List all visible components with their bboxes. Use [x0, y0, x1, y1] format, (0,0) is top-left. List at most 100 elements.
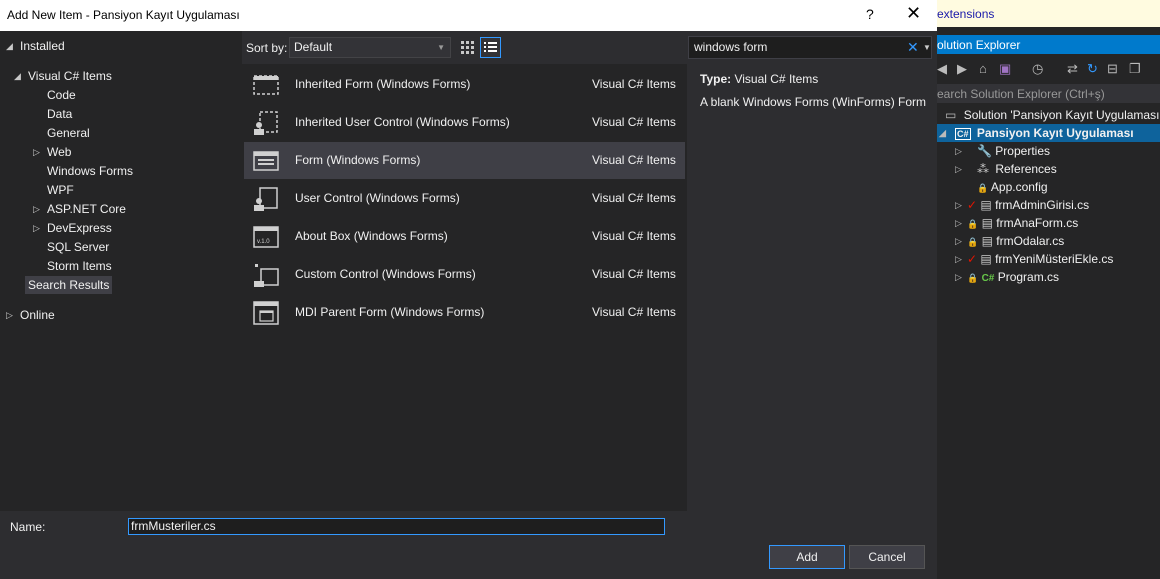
- solution-explorer-search[interactable]: earch Solution Explorer (Ctrl+ş): [937, 84, 1160, 103]
- home-icon[interactable]: ⌂: [979, 61, 987, 76]
- node-label: frmAdminGirisi.cs: [995, 198, 1090, 212]
- template-item-mdi-parent-form[interactable]: MDI Parent Form (Windows Forms) Visual C…: [244, 294, 685, 331]
- expand-arrow-icon[interactable]: ▷: [33, 219, 40, 237]
- type-value: Visual C# Items: [734, 72, 819, 86]
- template-category: Visual C# Items: [592, 153, 676, 167]
- help-button[interactable]: ?: [866, 6, 874, 22]
- tree-item-visual-csharp[interactable]: ◢ Visual C# Items: [14, 67, 112, 85]
- add-button[interactable]: Add: [769, 545, 845, 569]
- tree-item-aspnet-core[interactable]: ▷ ASP.NET Core: [33, 200, 126, 218]
- tree-item-devexpress[interactable]: ▷ DevExpress: [33, 219, 112, 237]
- tree-item-wpf[interactable]: WPF: [47, 181, 74, 199]
- switch-views-icon[interactable]: ▣: [999, 61, 1011, 77]
- details-pane: windows form ✕ ▼ Type: Visual C# Items A…: [687, 31, 937, 511]
- project-node[interactable]: ◢ C# Pansiyon Kayıt Uygulaması: [937, 124, 1160, 142]
- template-item-user-control[interactable]: User Control (Windows Forms) Visual C# I…: [244, 180, 685, 217]
- extensions-link[interactable]: extensions: [937, 7, 994, 21]
- form-file-icon: ▤: [981, 234, 993, 248]
- collapse-arrow-icon[interactable]: ◢: [939, 124, 946, 142]
- node-label: Program.cs: [997, 270, 1060, 284]
- visual-studio-background: extensions olution Explorer ◀ ▶ ⌂ ▣ ◷ ⇄ …: [937, 0, 1160, 579]
- tree-item-label: Web: [47, 145, 72, 159]
- grid-view-button[interactable]: [457, 37, 478, 58]
- file-name-input[interactable]: frmMusteriler.cs: [128, 518, 665, 535]
- sync-icon[interactable]: ⇄: [1067, 61, 1078, 77]
- expand-arrow-icon[interactable]: ▷: [955, 214, 962, 232]
- copy-icon[interactable]: ❐: [1129, 61, 1141, 77]
- forward-icon[interactable]: ▶: [957, 61, 967, 77]
- clear-search-icon[interactable]: ✕: [907, 37, 919, 58]
- template-category: Visual C# Items: [592, 77, 676, 91]
- form-file-icon: ▤: [980, 198, 992, 212]
- tree-item-web[interactable]: ▷ Web: [33, 143, 72, 161]
- sort-dropdown[interactable]: Default ▼: [289, 37, 451, 58]
- refresh-icon[interactable]: ↻: [1087, 61, 1098, 77]
- tree-item-search-results[interactable]: Search Results: [25, 276, 113, 294]
- template-list: Inherited Form (Windows Forms) Visual C#…: [242, 64, 687, 511]
- collapse-arrow-icon[interactable]: ◢: [6, 37, 13, 55]
- tree-item-general[interactable]: General: [47, 124, 90, 142]
- solution-explorer-title: olution Explorer: [937, 35, 1160, 54]
- template-name: Form (Windows Forms): [295, 153, 421, 167]
- tree-item-online[interactable]: ▷ Online: [6, 306, 55, 324]
- template-name: Custom Control (Windows Forms): [295, 267, 476, 281]
- expand-arrow-icon[interactable]: ▷: [955, 268, 962, 286]
- sort-label: Sort by:: [246, 41, 288, 55]
- tree-item-label: Installed: [20, 39, 65, 53]
- solution-node[interactable]: ▭ Solution 'Pansiyon Kayıt Uygulaması': [945, 106, 1160, 124]
- frm-odalar-node[interactable]: ▷ 🔒 ▤ frmOdalar.cs: [955, 232, 1064, 250]
- app-config-node[interactable]: 🔒 App.config: [977, 178, 1048, 196]
- list-view-button[interactable]: [480, 37, 501, 58]
- history-icon[interactable]: ◷: [1032, 61, 1043, 77]
- name-label: Name:: [10, 520, 46, 534]
- wrench-icon: 🔧: [977, 144, 992, 158]
- expand-arrow-icon[interactable]: ▷: [955, 232, 962, 250]
- template-item-inherited-form[interactable]: Inherited Form (Windows Forms) Visual C#…: [244, 66, 685, 103]
- tree-item-sql-server[interactable]: SQL Server: [47, 238, 109, 256]
- checkmark-icon: ✓: [967, 252, 978, 266]
- cancel-button[interactable]: Cancel: [849, 545, 925, 569]
- references-node[interactable]: ▷ ⁂ References: [955, 160, 1057, 178]
- search-input[interactable]: windows form ✕ ▼: [688, 36, 932, 59]
- tree-item-code[interactable]: Code: [47, 86, 76, 104]
- tree-item-data[interactable]: Data: [47, 105, 72, 123]
- title-bar: Add New Item - Pansiyon Kayıt Uygulaması…: [0, 0, 937, 31]
- frm-admin-girisi-node[interactable]: ▷ ✓ ▤ frmAdminGirisi.cs: [955, 196, 1090, 214]
- template-category: Visual C# Items: [592, 305, 676, 319]
- tree-item-installed[interactable]: ◢ Installed: [6, 37, 65, 55]
- expand-arrow-icon[interactable]: ▷: [955, 196, 962, 214]
- collapse-arrow-icon[interactable]: ◢: [14, 67, 21, 85]
- properties-node[interactable]: ▷ 🔧 Properties: [955, 142, 1050, 160]
- sort-value: Default: [294, 40, 333, 54]
- tree-item-storm-items[interactable]: Storm Items: [47, 257, 112, 275]
- solution-icon: ▭: [945, 108, 957, 122]
- inherited-user-control-icon: [254, 111, 278, 135]
- lock-icon: 🔒: [967, 273, 979, 283]
- frm-yeni-musteri-ekle-node[interactable]: ▷ ✓ ▤ frmYeniMüsteriEkle.cs: [955, 250, 1113, 268]
- template-item-about-box[interactable]: v.1.0 About Box (Windows Forms) Visual C…: [244, 218, 685, 255]
- expand-arrow-icon[interactable]: ▷: [6, 306, 13, 324]
- expand-arrow-icon[interactable]: ▷: [955, 142, 962, 160]
- dialog-footer: Name: frmMusteriler.cs Add Cancel: [0, 511, 937, 579]
- expand-arrow-icon[interactable]: ▷: [955, 250, 962, 268]
- custom-control-icon: [254, 264, 279, 287]
- extensions-bar: extensions: [937, 0, 1160, 27]
- close-button[interactable]: ✕: [906, 3, 921, 24]
- tree-item-windows-forms[interactable]: Windows Forms: [47, 162, 133, 180]
- chevron-down-icon[interactable]: ▼: [923, 37, 931, 58]
- expand-arrow-icon[interactable]: ▷: [33, 200, 40, 218]
- collapse-all-icon[interactable]: ⊟: [1107, 61, 1118, 77]
- template-item-custom-control[interactable]: Custom Control (Windows Forms) Visual C#…: [244, 256, 685, 293]
- template-item-inherited-user-control[interactable]: Inherited User Control (Windows Forms) V…: [244, 104, 685, 141]
- expand-arrow-icon[interactable]: ▷: [33, 143, 40, 161]
- search-placeholder: earch Solution Explorer (Ctrl+ş): [937, 87, 1105, 101]
- template-item-form[interactable]: Form (Windows Forms) Visual C# Items: [244, 142, 685, 179]
- program-cs-node[interactable]: ▷ 🔒 C# Program.cs: [955, 268, 1060, 286]
- lock-icon: 🔒: [967, 237, 979, 247]
- back-icon[interactable]: ◀: [937, 61, 947, 77]
- form-file-icon: ▤: [980, 252, 992, 266]
- expand-arrow-icon[interactable]: ▷: [955, 160, 962, 178]
- template-category: Visual C# Items: [592, 191, 676, 205]
- frm-ana-form-node[interactable]: ▷ 🔒 ▤ frmAnaForm.cs: [955, 214, 1078, 232]
- solution-explorer-title-text: olution Explorer: [937, 38, 1021, 52]
